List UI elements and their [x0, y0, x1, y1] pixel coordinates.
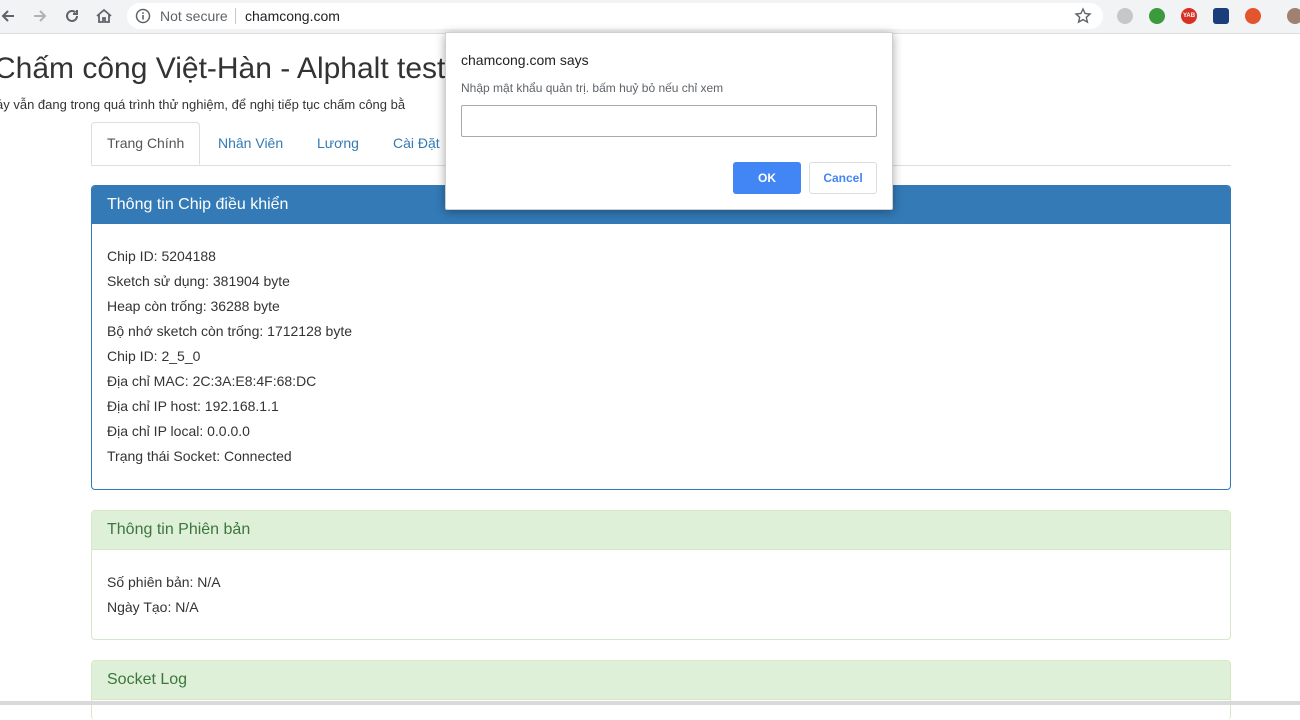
password-input[interactable]	[461, 105, 877, 137]
globe-extension-icon[interactable]	[1149, 8, 1165, 24]
omnibox-divider	[235, 8, 236, 24]
taskbar-edge	[0, 701, 1300, 705]
version-info-body: Số phiên bản: N/A Ngày Tạo: N/A	[92, 550, 1230, 620]
avatar[interactable]	[1287, 8, 1300, 24]
reload-icon[interactable]	[60, 4, 84, 28]
cancel-button[interactable]: Cancel	[809, 162, 877, 194]
chip-info-panel: Thông tin Chip điều khiển Chip ID: 52041…	[91, 185, 1231, 490]
socket-log-heading: Socket Log	[92, 661, 1230, 700]
back-icon[interactable]	[0, 4, 20, 28]
tab-trang-chinh[interactable]: Trang Chính	[91, 122, 201, 165]
info-icon[interactable]	[135, 8, 151, 29]
tab-cai-dat[interactable]: Cài Đặt	[378, 122, 455, 164]
socket-status-row: Trạng thái Socket: Connected	[107, 448, 292, 464]
star-icon[interactable]	[1074, 7, 1092, 30]
dialog-message: Nhập mật khẩu quản trị. bấm huỷ bỏ nếu c…	[461, 81, 724, 95]
tab-luong[interactable]: Lương	[302, 122, 374, 164]
heap-free-row: Heap còn trống: 36288 byte	[107, 298, 280, 314]
home-icon[interactable]	[92, 4, 116, 28]
address-bar[interactable]: Not secure chamcong.com	[127, 3, 1103, 29]
created-date-row: Ngày Tạo: N/A	[107, 599, 199, 615]
tab-nhan-vien[interactable]: Nhân Viên	[203, 122, 298, 164]
ok-button[interactable]: OK	[733, 162, 801, 194]
cloud-extension-icon[interactable]	[1117, 8, 1133, 24]
url-text[interactable]: chamcong.com	[245, 8, 340, 24]
bug-extension-icon[interactable]	[1245, 8, 1261, 24]
yab-extension-icon[interactable]: YAB	[1181, 8, 1197, 24]
mac-address-row: Địa chỉ MAC: 2C:3A:E8:4F:68:DC	[107, 373, 317, 389]
page-title: Chấm công Việt-Hàn - Alphalt test	[0, 52, 446, 85]
security-label: Not secure	[160, 8, 228, 24]
ip-local-row: Địa chỉ IP local: 0.0.0.0	[107, 423, 250, 439]
version-number-row: Số phiên bản: N/A	[107, 574, 221, 590]
forward-icon[interactable]	[28, 4, 52, 28]
chip-version-row: Chip ID: 2_5_0	[107, 348, 201, 364]
chip-id-row: Chip ID: 5204188	[107, 248, 216, 264]
prompt-dialog: chamcong.com says Nhập mật khẩu quản trị…	[445, 32, 893, 210]
page-subtitle: áy vẫn đang trong quá trình thử nghiệm, …	[0, 97, 406, 112]
browser-toolbar: Not secure chamcong.com YAB	[0, 0, 1300, 34]
bookmark-extension-icon[interactable]	[1213, 8, 1229, 24]
sketch-used-row: Sketch sử dụng: 381904 byte	[107, 273, 290, 289]
chip-info-body: Chip ID: 5204188 Sketch sử dụng: 381904 …	[92, 224, 1230, 469]
version-info-panel: Thông tin Phiên bản Số phiên bản: N/A Ng…	[91, 510, 1231, 640]
version-info-heading: Thông tin Phiên bản	[92, 511, 1230, 550]
sketch-free-row: Bộ nhớ sketch còn trống: 1712128 byte	[107, 323, 353, 339]
socket-log-panel: Socket Log	[91, 660, 1231, 720]
ip-host-row: Địa chỉ IP host: 192.168.1.1	[107, 398, 279, 414]
dialog-title: chamcong.com says	[461, 52, 589, 68]
